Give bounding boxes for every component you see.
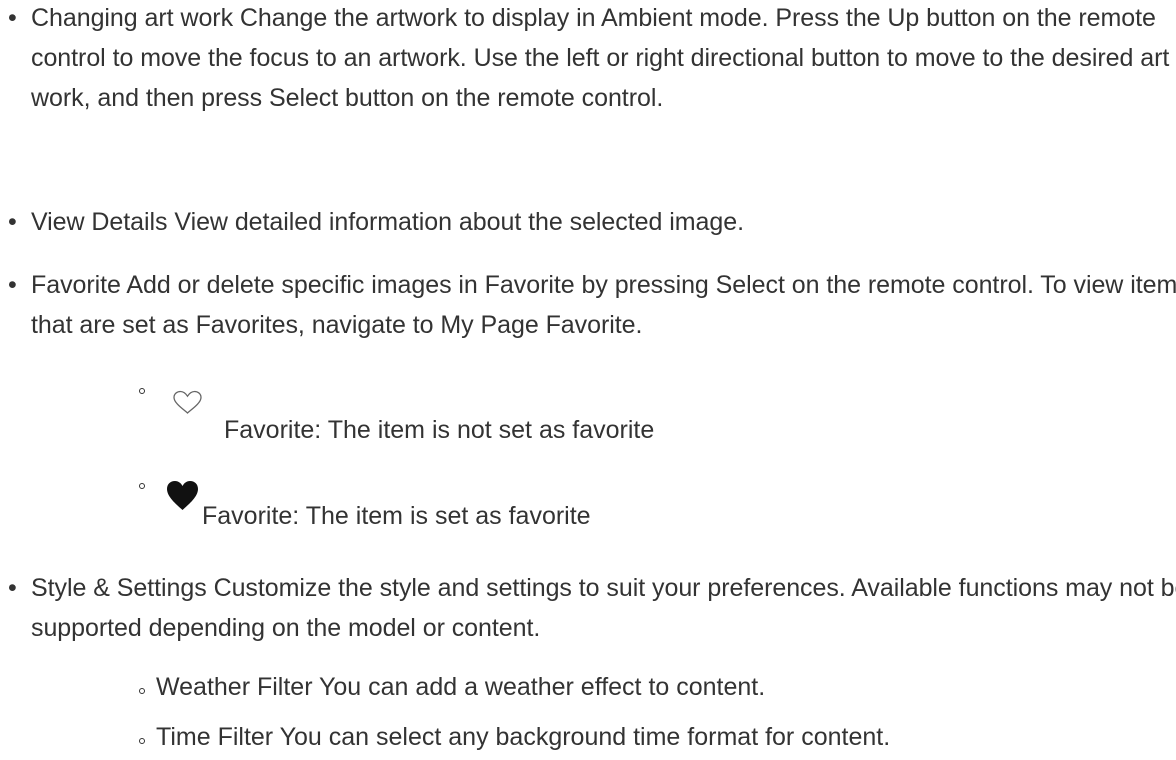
heart-filled-icon — [167, 481, 198, 510]
favorite-state-label: Favorite: The item is not set as favorit… — [224, 416, 655, 444]
list-item-view-details: View Details View detailed information a… — [0, 202, 1176, 242]
list-item-favorite: Favorite Add or delete specific images i… — [0, 265, 1176, 345]
list-item-text: Style & Settings Customize the style and… — [31, 574, 1176, 642]
heart-outline-icon — [173, 390, 202, 414]
list-item-changing-art-work: Changing art work Change the artwork to … — [0, 0, 1176, 118]
document-body: Changing art work Change the artwork to … — [0, 0, 1176, 760]
sub-list-item-time-filter: Time Filter You can select any backgroun… — [0, 717, 1176, 757]
sub-bullet-icon — [139, 388, 145, 394]
sub-bullet-icon — [139, 688, 145, 694]
sub-list-item-text: Weather Filter You can add a weather eff… — [156, 673, 766, 701]
favorite-state-row-set: Favorite: The item is set as favorite — [0, 470, 1176, 530]
list-item-style-settings: Style & Settings Customize the style and… — [0, 568, 1176, 648]
sub-list-item-weather-filter: Weather Filter You can add a weather eff… — [0, 667, 1176, 707]
list-item-text: Favorite Add or delete specific images i… — [31, 271, 1176, 339]
sub-bullet-icon — [139, 483, 145, 489]
favorite-state-label: Favorite: The item is set as favorite — [202, 502, 591, 530]
favorite-state-row-not-set: Favorite: The item is not set as favorit… — [0, 380, 1176, 444]
sub-list-item-text: Time Filter You can select any backgroun… — [156, 723, 891, 751]
list-item-text: View Details View detailed information a… — [31, 208, 744, 236]
list-item-text: Changing art work Change the artwork to … — [31, 4, 1170, 112]
sub-bullet-icon — [139, 738, 145, 744]
